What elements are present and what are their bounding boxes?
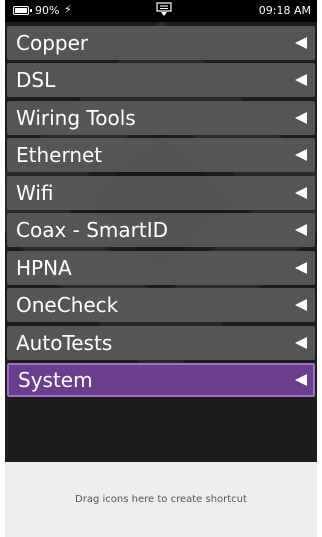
menu-item-label: Coax - SmartID bbox=[16, 218, 169, 242]
menu-item-label: DSL bbox=[16, 68, 56, 92]
menu-item-label: AutoTests bbox=[16, 331, 113, 355]
menu-item-label: Ethernet bbox=[16, 143, 103, 167]
menu-item-hpna[interactable]: HPNA bbox=[7, 251, 315, 285]
menu-item-wifi[interactable]: Wifi bbox=[7, 176, 315, 210]
shortcut-drop-area[interactable]: Drag icons here to create shortcut bbox=[5, 462, 317, 537]
menu-item-ethernet[interactable]: Ethernet bbox=[7, 138, 315, 172]
device-screen: 90% ⚡ 09:18 AM Copper DSL Wiring Tools E… bbox=[5, 0, 317, 537]
menu-item-copper[interactable]: Copper bbox=[7, 26, 315, 60]
clock: 09:18 AM bbox=[258, 4, 311, 17]
menu-item-onecheck[interactable]: OneCheck bbox=[7, 288, 315, 322]
menu-item-label: System bbox=[18, 368, 93, 392]
arrow-left-icon bbox=[295, 187, 307, 199]
arrow-left-icon bbox=[295, 262, 307, 274]
status-bar: 90% ⚡ 09:18 AM bbox=[5, 0, 317, 22]
notification-tray-icon[interactable] bbox=[156, 2, 172, 17]
menu-item-coax-smartid[interactable]: Coax - SmartID bbox=[7, 213, 315, 247]
menu-item-wiring-tools[interactable]: Wiring Tools bbox=[7, 101, 315, 135]
arrow-left-icon bbox=[295, 74, 307, 86]
battery-icon bbox=[13, 6, 32, 15]
arrow-left-icon bbox=[295, 374, 307, 386]
menu-item-label: Copper bbox=[16, 31, 89, 55]
menu-item-label: HPNA bbox=[16, 256, 72, 280]
arrow-left-icon bbox=[295, 337, 307, 349]
menu-item-dsl[interactable]: DSL bbox=[7, 63, 315, 97]
shortcut-hint: Drag icons here to create shortcut bbox=[75, 494, 247, 505]
arrow-left-icon bbox=[295, 112, 307, 124]
lightning-bolt-icon: ⚡ bbox=[64, 3, 72, 16]
arrow-left-icon bbox=[295, 299, 307, 311]
menu-item-label: Wiring Tools bbox=[16, 106, 136, 130]
battery-percent: 90% bbox=[35, 4, 60, 17]
menu-item-label: Wifi bbox=[16, 181, 54, 205]
menu-item-system[interactable]: System bbox=[7, 363, 315, 397]
arrow-left-icon bbox=[295, 224, 307, 236]
menu-item-label: OneCheck bbox=[16, 293, 119, 317]
menu-item-autotests[interactable]: AutoTests bbox=[7, 326, 315, 360]
arrow-left-icon bbox=[295, 37, 307, 49]
arrow-left-icon bbox=[295, 149, 307, 161]
